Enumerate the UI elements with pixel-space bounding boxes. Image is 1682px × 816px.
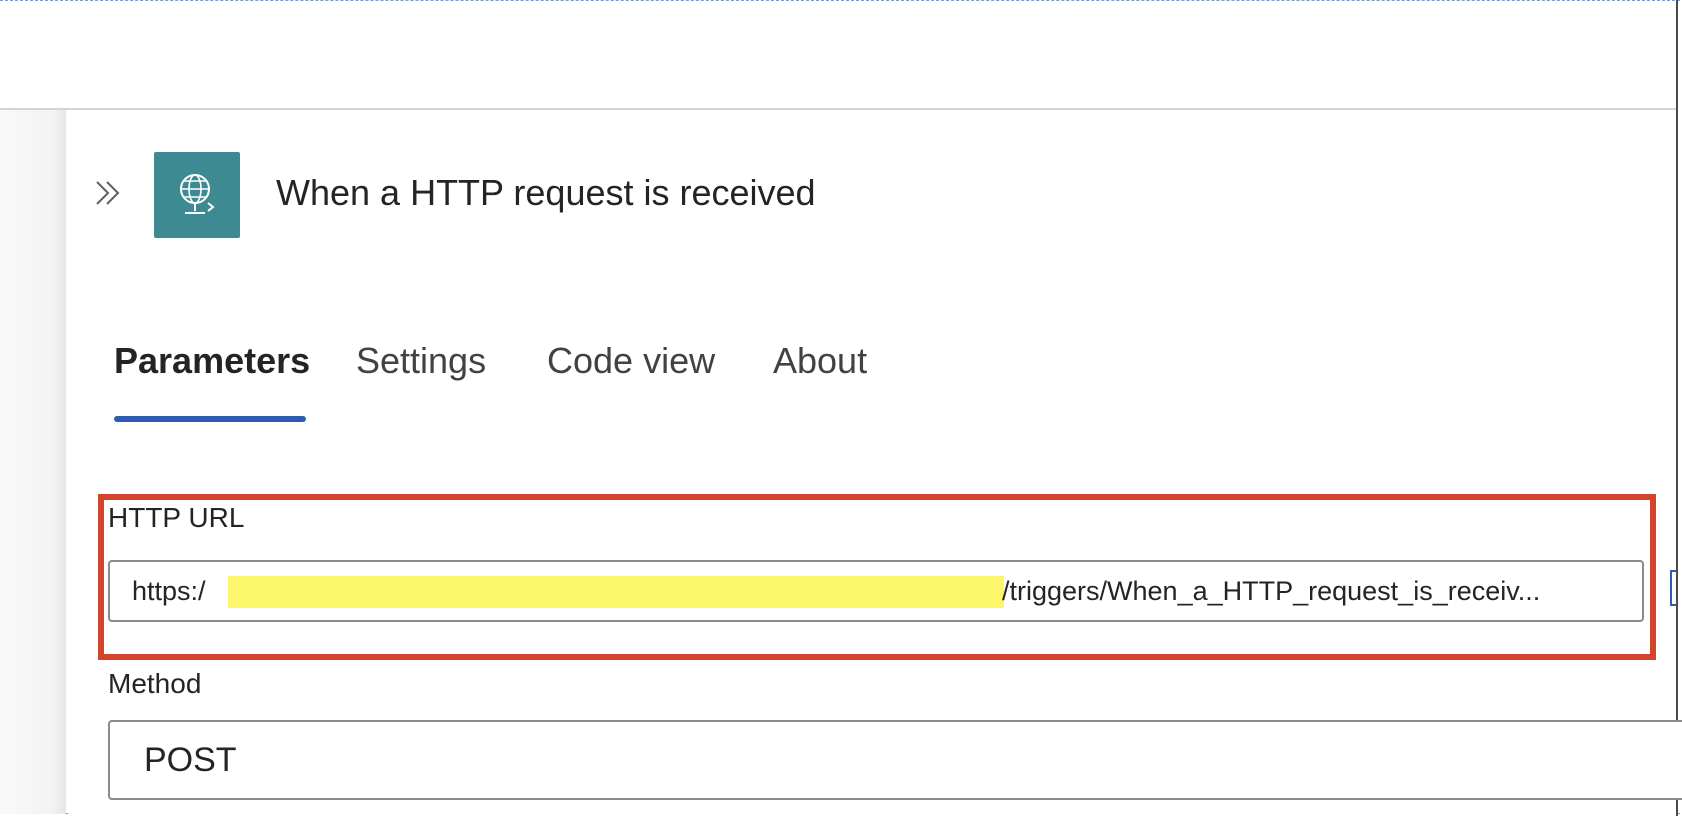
- http-url-label: HTTP URL: [108, 502, 245, 533]
- tab-settings[interactable]: Settings: [356, 340, 486, 410]
- method-select[interactable]: POST: [108, 720, 1682, 800]
- tab-about[interactable]: About: [773, 340, 867, 410]
- top-bar: [0, 2, 1676, 110]
- globe-request-icon: [154, 152, 240, 238]
- left-rail: [0, 110, 66, 814]
- method-selected-value: POST: [144, 741, 237, 779]
- copy-url-icon[interactable]: [1670, 570, 1676, 606]
- active-tab-indicator: [114, 416, 306, 422]
- panel-right-border: [1676, 0, 1678, 816]
- trigger-details-panel: When a HTTP request is received Paramete…: [70, 110, 1682, 814]
- method-label: Method: [108, 668, 202, 699]
- panel-header: When a HTTP request is received: [70, 110, 1676, 270]
- redaction-mark: [228, 576, 1004, 608]
- http-url-prefix: https:/: [132, 576, 206, 606]
- double-chevron-right-icon[interactable]: [92, 176, 126, 210]
- tab-code-view[interactable]: Code view: [547, 340, 715, 410]
- tab-parameters[interactable]: Parameters: [114, 340, 310, 410]
- trigger-title: When a HTTP request is received: [276, 172, 816, 213]
- http-url-suffix: /triggers/When_a_HTTP_request_is_receiv.…: [1002, 576, 1541, 606]
- http-url-field[interactable]: https:/ /triggers/When_a_HTTP_request_is…: [108, 560, 1644, 622]
